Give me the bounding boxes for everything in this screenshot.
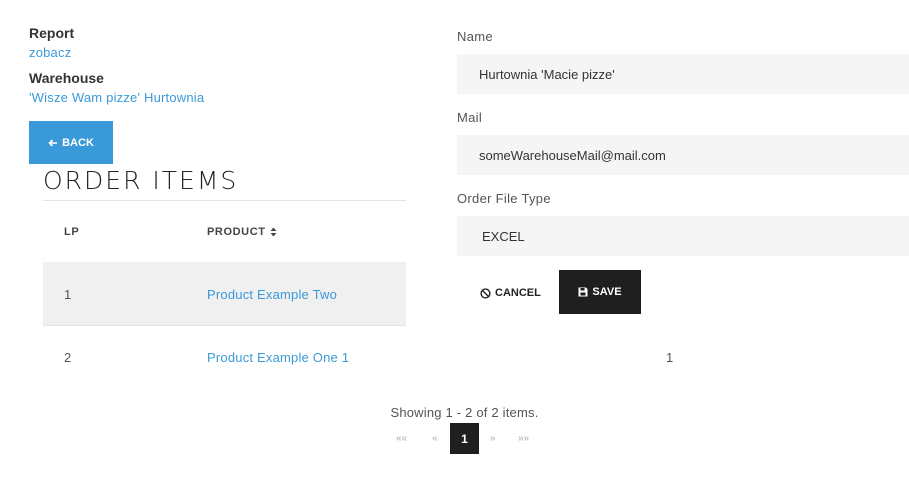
row-lp: 1 (64, 287, 72, 302)
row-lp: 2 (64, 350, 72, 365)
floppy-disk-icon (578, 287, 588, 297)
warehouse-link[interactable]: 'Wisze Wam pizze' Hurtownia (29, 90, 204, 105)
row-product-link[interactable]: Product Example One 1 (207, 350, 349, 365)
table-row[interactable]: 2 Product Example One 1 (43, 326, 406, 388)
column-header-lp: LP (64, 226, 80, 238)
arrow-left-icon (48, 138, 58, 147)
row-extra-value: 1 (666, 350, 674, 365)
report-link[interactable]: zobacz (29, 45, 71, 60)
column-header-product[interactable]: PRODUCT (207, 226, 277, 238)
order-items-title: ORDER ITEMS (43, 166, 239, 195)
sort-icon (270, 227, 277, 237)
save-button[interactable]: SAVE (559, 270, 641, 314)
pager-page-current[interactable]: 1 (450, 423, 479, 454)
file-type-label: Order File Type (457, 191, 551, 206)
cancel-button[interactable]: CANCEL (470, 274, 551, 312)
file-type-select[interactable]: EXCEL (457, 216, 909, 256)
name-label: Name (457, 29, 493, 44)
table-row[interactable]: 1 Product Example Two (43, 262, 406, 325)
pager-first[interactable]: «« (396, 433, 407, 444)
name-field[interactable]: Hurtownia 'Macie pizze' (457, 54, 909, 94)
mail-label: Mail (457, 110, 483, 125)
pager-prev[interactable]: « (432, 433, 438, 444)
pagination-summary: Showing 1 - 2 of 2 items. (390, 405, 539, 420)
warehouse-label: Warehouse (29, 70, 104, 86)
pager-next[interactable]: » (490, 433, 496, 444)
save-button-label: SAVE (592, 286, 622, 298)
report-label: Report (29, 25, 75, 41)
cancel-button-label: CANCEL (495, 287, 541, 299)
mail-field[interactable]: someWarehouseMail@mail.com (457, 135, 909, 175)
ban-icon (480, 287, 491, 299)
pager-last[interactable]: »» (518, 433, 529, 444)
back-button-label: BACK (62, 136, 94, 149)
back-button[interactable]: BACK (29, 121, 113, 164)
title-divider (43, 200, 406, 201)
row-product-link[interactable]: Product Example Two (207, 287, 337, 302)
column-header-product-label: PRODUCT (207, 226, 266, 238)
